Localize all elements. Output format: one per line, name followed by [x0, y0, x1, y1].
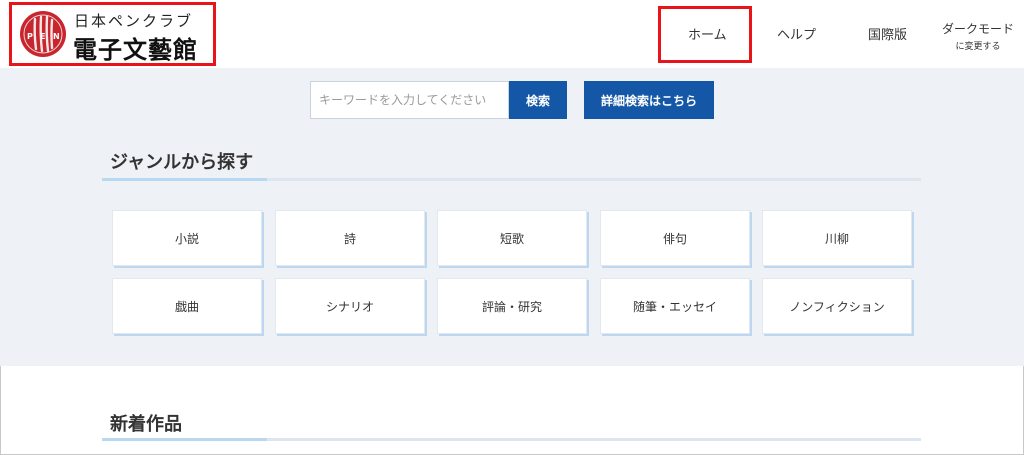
genre-card[interactable]: 短歌: [437, 210, 587, 266]
svg-text:N: N: [53, 32, 60, 41]
genre-card[interactable]: 随筆・エッセイ: [600, 278, 750, 334]
nav-help-link[interactable]: ヘルプ: [777, 24, 816, 43]
logo-subtitle: 日本ペンクラブ: [74, 12, 194, 30]
genre-section-title: ジャンルから探す: [110, 152, 254, 173]
genre-card[interactable]: 川柳: [762, 210, 912, 266]
genre-card[interactable]: ノンフィクション: [762, 278, 912, 334]
search-input[interactable]: [310, 81, 509, 119]
nav-home-link[interactable]: ホーム: [688, 24, 727, 43]
logo-link[interactable]: P E N 日本ペンクラブ 電子文藝館: [9, 2, 216, 66]
genre-card[interactable]: 小説: [112, 210, 262, 266]
genre-card[interactable]: 詩: [275, 210, 425, 266]
genre-card[interactable]: 評論・研究: [437, 278, 587, 334]
nav-international-link[interactable]: 国際版: [868, 24, 907, 43]
svg-text:E: E: [40, 32, 45, 41]
genre-card[interactable]: シナリオ: [275, 278, 425, 334]
pen-seal-icon: P E N: [21, 12, 65, 56]
genre-card[interactable]: 戯曲: [112, 278, 262, 334]
site-header: P E N 日本ペンクラブ 電子文藝館 ホーム ヘルプ 国際版 ダークモード に…: [0, 0, 1024, 68]
search-button[interactable]: 検索: [509, 81, 567, 119]
genre-card[interactable]: 俳句: [600, 210, 750, 266]
dark-mode-sublabel: に変更する: [955, 42, 1001, 52]
genre-title-underline: [102, 178, 921, 181]
new-works-title-underline: [102, 438, 921, 441]
advanced-search-button[interactable]: 詳細検索はこちら: [584, 81, 714, 119]
logo-title: 電子文藝館: [73, 36, 198, 64]
pen-seal-logo: P E N: [20, 11, 66, 57]
dark-mode-label: ダークモード: [941, 22, 1014, 36]
dark-mode-toggle[interactable]: ダークモード に変更する: [940, 20, 1016, 52]
new-works-title: 新着作品: [110, 414, 182, 435]
svg-text:P: P: [27, 32, 33, 41]
